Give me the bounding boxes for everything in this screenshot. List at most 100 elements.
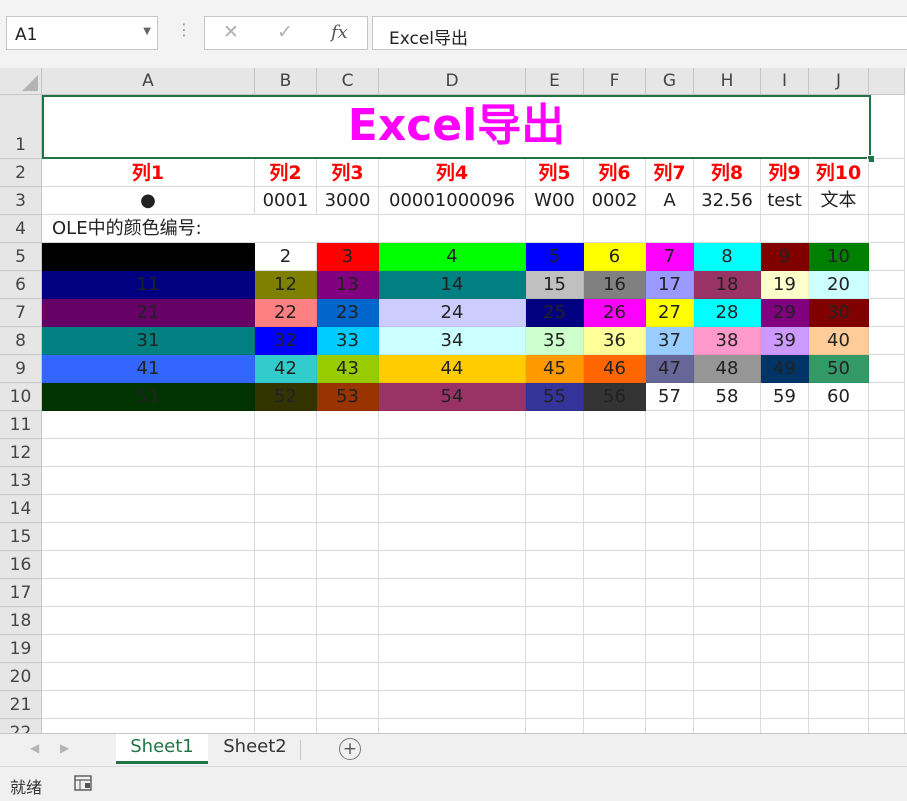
color-cell[interactable]: 44 bbox=[379, 355, 526, 383]
cell[interactable] bbox=[379, 215, 526, 243]
cell[interactable] bbox=[694, 579, 761, 607]
cell[interactable] bbox=[694, 439, 761, 467]
cell[interactable] bbox=[761, 551, 809, 579]
color-cell[interactable]: 4 bbox=[379, 243, 526, 271]
column-header[interactable]: H bbox=[694, 68, 761, 95]
cell[interactable] bbox=[526, 635, 584, 663]
cell[interactable] bbox=[317, 411, 379, 439]
cell[interactable] bbox=[526, 439, 584, 467]
color-cell[interactable]: 31 bbox=[42, 327, 255, 355]
color-cell[interactable]: 20 bbox=[809, 271, 869, 299]
cell[interactable] bbox=[694, 215, 761, 243]
cell[interactable] bbox=[761, 523, 809, 551]
color-cell[interactable]: 55 bbox=[526, 383, 584, 411]
header-cell[interactable]: 列10 bbox=[809, 159, 869, 187]
color-cell[interactable]: 34 bbox=[379, 327, 526, 355]
row-header[interactable]: 7 bbox=[0, 299, 42, 327]
cell[interactable] bbox=[584, 467, 646, 495]
cell[interactable] bbox=[584, 635, 646, 663]
cell[interactable] bbox=[584, 523, 646, 551]
cell[interactable] bbox=[809, 411, 869, 439]
enter-icon[interactable]: ✓ bbox=[277, 21, 293, 43]
color-cell[interactable]: 54 bbox=[379, 383, 526, 411]
header-cell[interactable]: 列4 bbox=[379, 159, 526, 187]
color-cell[interactable]: 56 bbox=[584, 383, 646, 411]
column-header[interactable]: D bbox=[379, 68, 526, 95]
chevron-down-icon[interactable]: ▼ bbox=[143, 26, 151, 37]
cell[interactable] bbox=[317, 635, 379, 663]
color-cell[interactable]: 48 bbox=[694, 355, 761, 383]
row-header[interactable]: 17 bbox=[0, 579, 42, 607]
cell[interactable] bbox=[584, 719, 646, 733]
color-cell[interactable]: 41 bbox=[42, 355, 255, 383]
color-cell[interactable]: 7 bbox=[646, 243, 694, 271]
column-header[interactable]: E bbox=[526, 68, 584, 95]
cell[interactable] bbox=[526, 523, 584, 551]
color-cell[interactable]: 6 bbox=[584, 243, 646, 271]
column-header[interactable]: C bbox=[317, 68, 379, 95]
cell[interactable] bbox=[761, 607, 809, 635]
color-cell[interactable]: 60 bbox=[809, 383, 869, 411]
color-cell[interactable]: 57 bbox=[646, 383, 694, 411]
color-cell[interactable]: 49 bbox=[761, 355, 809, 383]
row-header[interactable]: 20 bbox=[0, 663, 42, 691]
color-cell[interactable]: 5 bbox=[526, 243, 584, 271]
color-cell[interactable]: 2 bbox=[255, 243, 317, 271]
cell[interactable] bbox=[869, 215, 905, 243]
cell[interactable] bbox=[646, 663, 694, 691]
cell[interactable] bbox=[42, 663, 255, 691]
header-cell[interactable]: 列9 bbox=[761, 159, 809, 187]
header-cell[interactable]: 列3 bbox=[317, 159, 379, 187]
cell[interactable] bbox=[869, 355, 905, 383]
color-cell[interactable]: 18 bbox=[694, 271, 761, 299]
cell[interactable] bbox=[646, 495, 694, 523]
add-sheet-button[interactable]: + bbox=[339, 738, 361, 760]
cell[interactable] bbox=[694, 607, 761, 635]
cell[interactable] bbox=[869, 607, 905, 635]
cell[interactable] bbox=[694, 495, 761, 523]
cell[interactable] bbox=[317, 523, 379, 551]
cell[interactable] bbox=[379, 663, 526, 691]
column-header[interactable]: F bbox=[584, 68, 646, 95]
cell[interactable] bbox=[694, 523, 761, 551]
cell[interactable] bbox=[584, 607, 646, 635]
data-cell[interactable]: test bbox=[761, 187, 809, 215]
color-cell[interactable]: 11 bbox=[42, 271, 255, 299]
color-cell[interactable]: 22 bbox=[255, 299, 317, 327]
cell[interactable] bbox=[584, 663, 646, 691]
color-cell[interactable]: 33 bbox=[317, 327, 379, 355]
cell[interactable] bbox=[646, 635, 694, 663]
header-cell[interactable]: 列5 bbox=[526, 159, 584, 187]
data-cell[interactable]: 32.56 bbox=[694, 187, 761, 215]
cell[interactable] bbox=[317, 579, 379, 607]
cell[interactable] bbox=[42, 551, 255, 579]
cell[interactable] bbox=[379, 691, 526, 719]
cell[interactable] bbox=[809, 523, 869, 551]
cell[interactable] bbox=[42, 691, 255, 719]
cell[interactable] bbox=[809, 439, 869, 467]
cell[interactable] bbox=[255, 719, 317, 733]
color-cell[interactable]: 28 bbox=[694, 299, 761, 327]
cell[interactable] bbox=[255, 411, 317, 439]
color-cell[interactable] bbox=[42, 243, 255, 271]
cell[interactable] bbox=[255, 607, 317, 635]
cell[interactable] bbox=[869, 327, 905, 355]
row-header[interactable]: 2 bbox=[0, 159, 42, 187]
cell[interactable] bbox=[809, 551, 869, 579]
color-cell[interactable]: 45 bbox=[526, 355, 584, 383]
cell[interactable] bbox=[869, 663, 905, 691]
cell[interactable] bbox=[869, 187, 905, 215]
macro-record-icon[interactable] bbox=[74, 775, 92, 791]
header-cell[interactable]: 列2 bbox=[255, 159, 317, 187]
cell[interactable] bbox=[379, 635, 526, 663]
cell[interactable] bbox=[317, 439, 379, 467]
cell[interactable] bbox=[869, 579, 905, 607]
row-header[interactable]: 4 bbox=[0, 215, 42, 243]
cell[interactable] bbox=[584, 691, 646, 719]
cell[interactable] bbox=[255, 579, 317, 607]
header-cell[interactable]: 列6 bbox=[584, 159, 646, 187]
cell[interactable] bbox=[526, 719, 584, 733]
cell[interactable] bbox=[694, 551, 761, 579]
column-header[interactable]: B bbox=[255, 68, 317, 95]
color-cell[interactable]: 40 bbox=[809, 327, 869, 355]
